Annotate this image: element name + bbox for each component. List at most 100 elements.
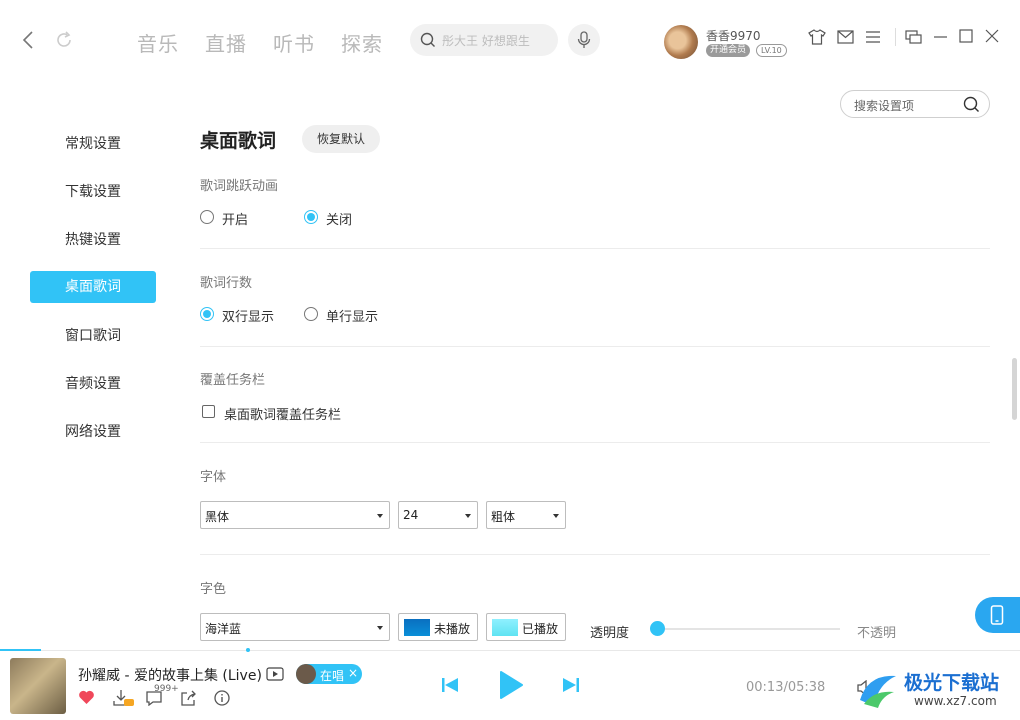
playback-progress[interactable] bbox=[0, 649, 41, 651]
chevron-down-icon bbox=[377, 626, 383, 630]
played-color-label: 已播放 bbox=[522, 622, 559, 636]
search-icon[interactable] bbox=[963, 96, 980, 113]
tab-live[interactable]: 直播 bbox=[205, 28, 247, 57]
chevron-down-icon bbox=[465, 514, 471, 518]
song-title[interactable]: 孙耀威 - 爱的故事上集 (Live) bbox=[78, 665, 262, 685]
chevron-down-icon bbox=[553, 514, 559, 518]
previous-track-icon[interactable] bbox=[441, 676, 459, 694]
search-icon bbox=[420, 32, 436, 48]
heart-icon[interactable] bbox=[78, 690, 95, 705]
radio-jump-off[interactable] bbox=[304, 210, 318, 224]
phone-icon bbox=[990, 605, 1004, 625]
mv-icon[interactable] bbox=[266, 667, 284, 681]
singer-avatar bbox=[296, 664, 316, 684]
tab-audiobook[interactable]: 听书 bbox=[273, 28, 315, 57]
sidebar-item-download[interactable]: 下载设置 bbox=[30, 176, 156, 208]
playback-time: 00:13/05:38 bbox=[746, 680, 826, 695]
radio-label-double-line[interactable]: 双行显示 bbox=[222, 306, 274, 325]
vip-badge[interactable]: 开通会员 bbox=[706, 44, 751, 57]
tab-explore[interactable]: 探索 bbox=[341, 28, 383, 57]
username[interactable]: 香香9970 bbox=[706, 27, 761, 44]
radio-label-single-line[interactable]: 单行显示 bbox=[326, 306, 378, 325]
progress-marker bbox=[246, 648, 250, 652]
info-icon[interactable] bbox=[214, 690, 230, 706]
unplayed-color-label: 未播放 bbox=[434, 622, 471, 636]
close-icon[interactable]: × bbox=[348, 666, 358, 680]
font-size-value: 24 bbox=[403, 508, 419, 522]
section-label-jump-animation: 歌词跳跃动画 bbox=[200, 179, 279, 194]
microphone-icon bbox=[576, 31, 592, 49]
chevron-down-icon bbox=[377, 514, 383, 518]
unplayed-color-button[interactable]: 未播放 bbox=[398, 613, 478, 641]
section-divider bbox=[200, 442, 990, 443]
font-weight-value: 粗体 bbox=[491, 510, 516, 524]
sidebar-item-network[interactable]: 网络设置 bbox=[30, 416, 156, 448]
watermark-logo: 极光下载站 www.xz7.com bbox=[856, 664, 1020, 716]
singing-badge[interactable]: 在唱 × bbox=[296, 664, 362, 684]
scrollbar[interactable] bbox=[1012, 358, 1017, 420]
section-label-taskbar: 覆盖任务栏 bbox=[200, 373, 266, 388]
opacity-slider-handle[interactable] bbox=[650, 621, 665, 636]
aurora-logo-icon bbox=[856, 670, 900, 710]
radio-label-jump-on[interactable]: 开启 bbox=[222, 209, 248, 228]
opacity-slider-track[interactable] bbox=[657, 628, 840, 630]
section-divider bbox=[200, 248, 990, 249]
section-divider bbox=[200, 346, 990, 347]
opacity-label: 透明度 bbox=[590, 626, 630, 641]
color-scheme-value: 海洋蓝 bbox=[205, 622, 242, 636]
skin-icon[interactable] bbox=[808, 29, 826, 45]
level-badge: LV.10 bbox=[756, 44, 787, 57]
menu-icon[interactable] bbox=[865, 30, 881, 44]
play-icon[interactable] bbox=[498, 670, 524, 700]
mini-mode-icon[interactable] bbox=[905, 30, 922, 44]
search-placeholder: 彤大王 好想跟生 bbox=[442, 34, 530, 48]
voice-search-button[interactable] bbox=[568, 24, 600, 56]
avatar[interactable] bbox=[664, 25, 698, 59]
minimize-icon[interactable] bbox=[933, 30, 948, 44]
top-bar: 音乐 直播 听书 探索 彤大王 好想跟生 香香9970 开通会员 LV.10 bbox=[0, 0, 1020, 80]
title-divider bbox=[895, 28, 896, 46]
singing-label: 在唱 bbox=[320, 669, 345, 683]
reset-default-button[interactable]: 恢复默认 bbox=[302, 125, 380, 153]
sidebar-item-hotkeys[interactable]: 热键设置 bbox=[30, 224, 156, 256]
back-icon[interactable] bbox=[20, 30, 38, 50]
close-icon[interactable] bbox=[985, 29, 999, 43]
page-title: 桌面歌词 bbox=[200, 130, 277, 152]
played-color-button[interactable]: 已播放 bbox=[486, 613, 566, 641]
mail-icon[interactable] bbox=[837, 30, 854, 44]
watermark-title: 极光下载站 bbox=[904, 672, 1000, 694]
sidebar-item-general[interactable]: 常规设置 bbox=[30, 128, 156, 160]
font-family-select[interactable]: 黑体 bbox=[200, 501, 390, 529]
checkbox-cover-taskbar[interactable] bbox=[202, 405, 215, 418]
album-cover[interactable] bbox=[10, 658, 66, 714]
download-icon[interactable] bbox=[112, 689, 134, 707]
next-track-icon[interactable] bbox=[562, 676, 580, 694]
sidebar-item-window-lyrics[interactable]: 窗口歌词 bbox=[30, 320, 156, 352]
radio-double-line[interactable] bbox=[200, 307, 214, 321]
unplayed-color-swatch bbox=[404, 619, 430, 636]
font-weight-select[interactable]: 粗体 bbox=[486, 501, 566, 529]
played-color-swatch bbox=[492, 619, 518, 636]
color-scheme-select[interactable]: 海洋蓝 bbox=[200, 613, 390, 641]
opacity-end-label: 不透明 bbox=[857, 626, 897, 641]
font-family-value: 黑体 bbox=[205, 510, 230, 524]
tab-music[interactable]: 音乐 bbox=[137, 28, 179, 57]
section-label-color: 字色 bbox=[200, 582, 227, 597]
share-icon[interactable] bbox=[180, 690, 197, 706]
search-input[interactable]: 彤大王 好想跟生 bbox=[410, 24, 558, 56]
mobile-sync-button[interactable] bbox=[975, 597, 1020, 633]
radio-jump-on[interactable] bbox=[200, 210, 214, 224]
font-size-select[interactable]: 24 bbox=[398, 501, 478, 529]
settings-search-placeholder: 搜索设置项 bbox=[854, 99, 915, 113]
watermark-url: www.xz7.com bbox=[914, 694, 997, 708]
maximize-icon[interactable] bbox=[959, 29, 973, 43]
settings-search-input[interactable]: 搜索设置项 bbox=[840, 90, 990, 118]
sidebar-item-audio[interactable]: 音频设置 bbox=[30, 368, 156, 400]
checkbox-label-cover-taskbar[interactable]: 桌面歌词覆盖任务栏 bbox=[224, 404, 341, 423]
radio-single-line[interactable] bbox=[304, 307, 318, 321]
comment-count: 999+ bbox=[154, 684, 179, 694]
sidebar-item-desktop-lyrics[interactable]: 桌面歌词 bbox=[30, 271, 156, 303]
section-divider bbox=[200, 554, 990, 555]
radio-label-jump-off[interactable]: 关闭 bbox=[326, 209, 352, 228]
refresh-icon[interactable] bbox=[54, 30, 74, 50]
